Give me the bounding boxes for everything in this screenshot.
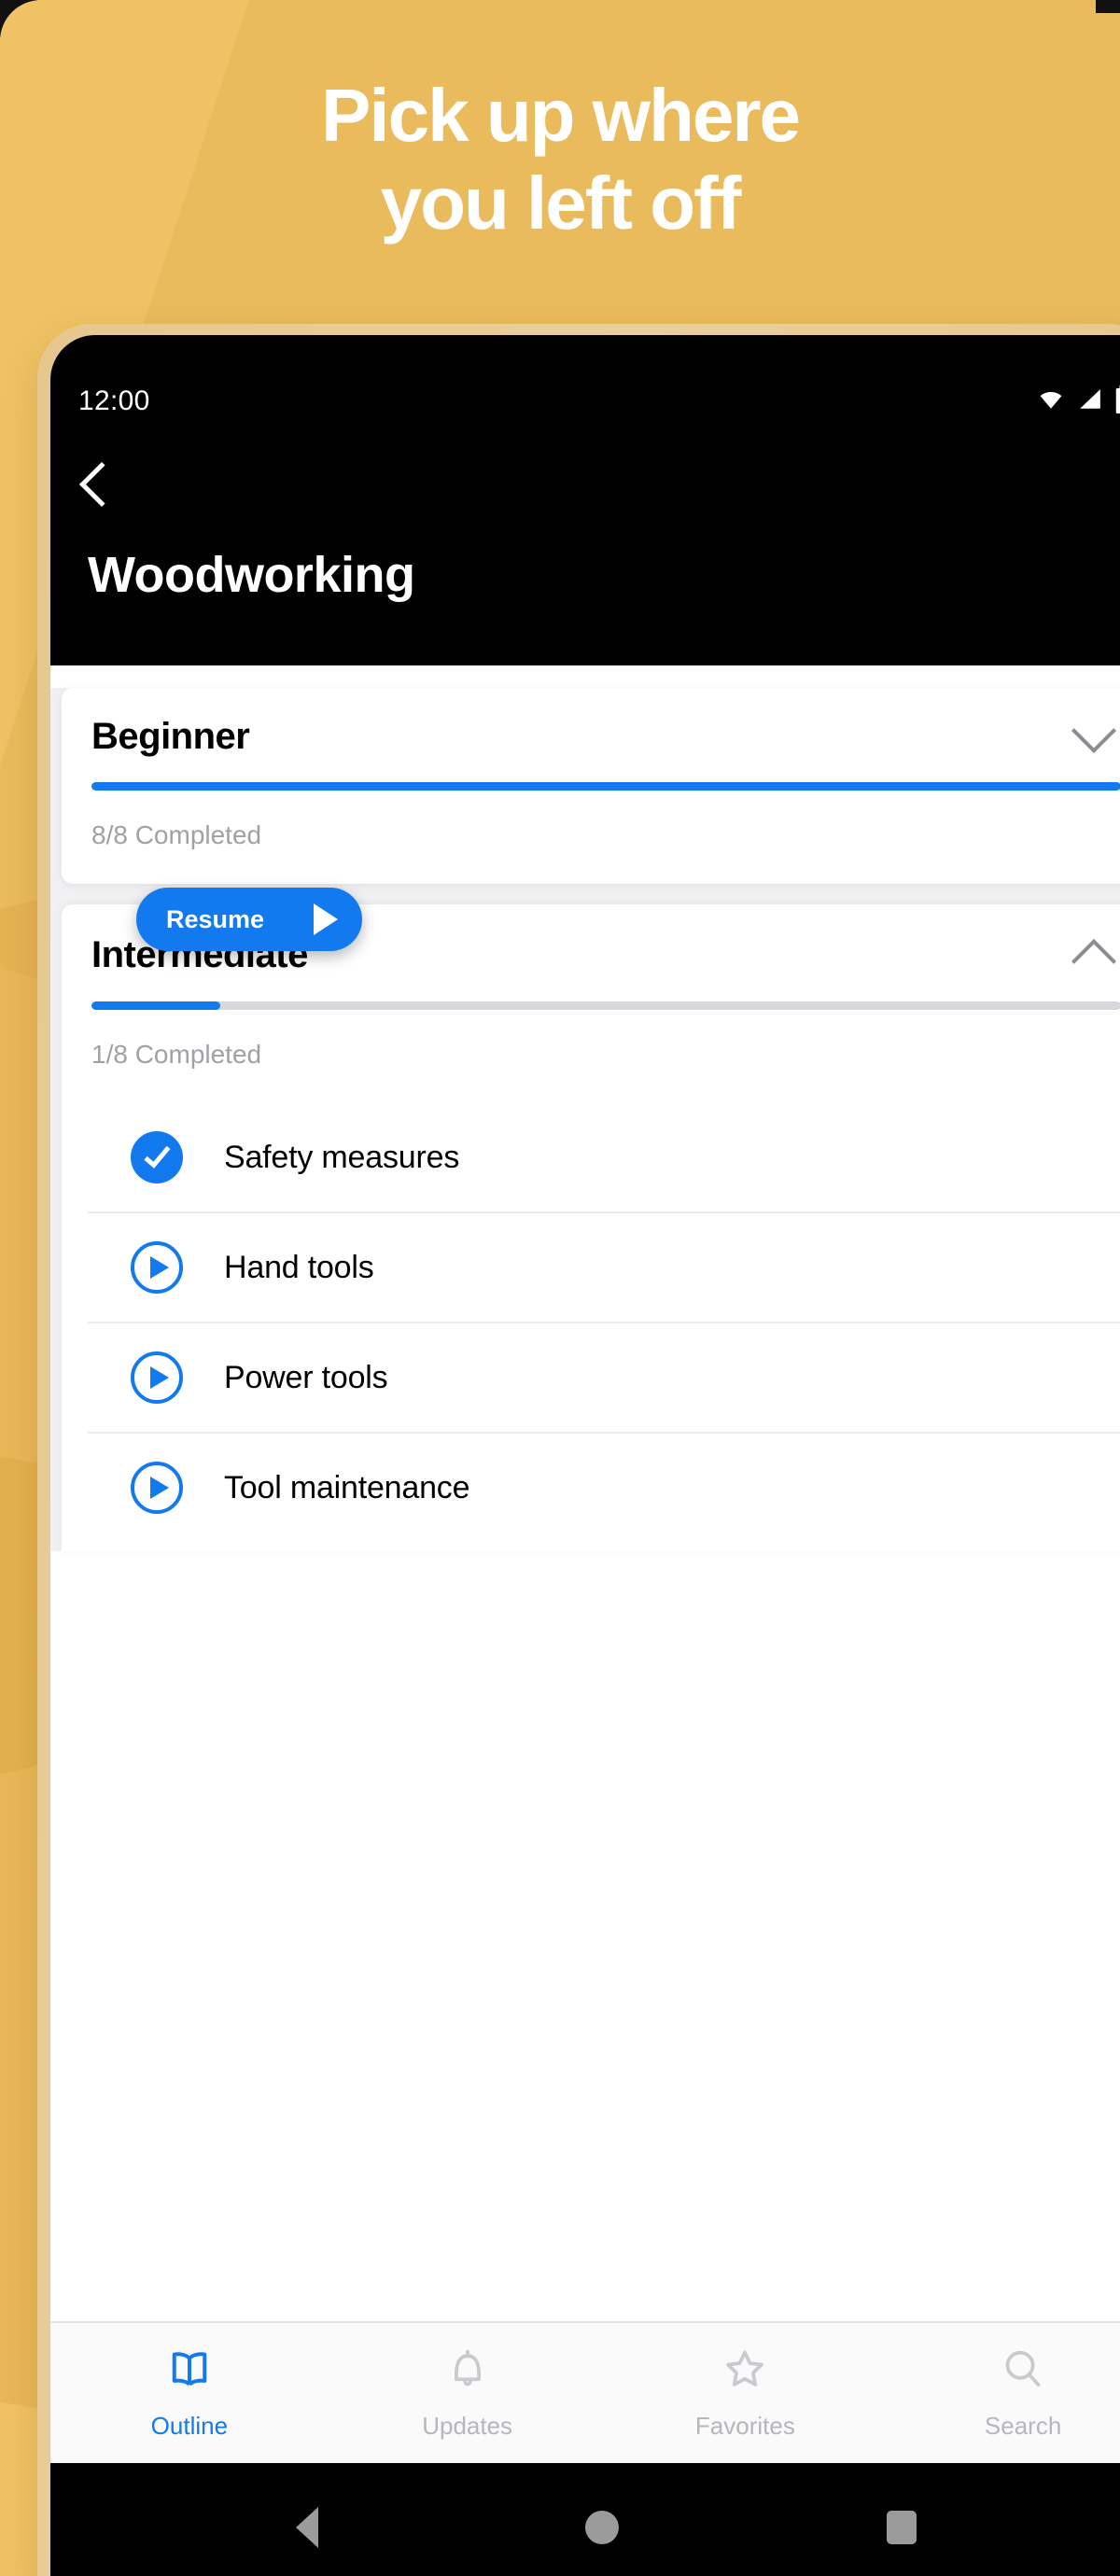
lesson-label: Safety measures [224,1139,460,1175]
resume-button-label: Resume [166,904,265,933]
list-item[interactable]: Hand tools [88,1213,1120,1323]
lesson-list: Safety measures Hand tools Power tools T… [88,1103,1120,1551]
lesson-label: Power tools [224,1359,388,1395]
battery-icon [1113,385,1120,418]
progress-bar-intermediate [91,1001,1120,1010]
phone-mockup-frame: 12:00 Woodworking Resume Beginner 8/8 Co… [37,324,1120,2576]
star-icon [721,2345,768,2397]
progress-bar-beginner [91,782,1120,791]
tab-label: Favorites [694,2412,795,2440]
bell-icon [444,2345,491,2397]
list-item[interactable]: Power tools [88,1323,1120,1434]
bottom-tab-bar: Outline Updates Favorites Search [50,2321,1120,2463]
list-item[interactable]: Safety measures [88,1103,1120,1213]
lesson-label: Hand tools [224,1249,374,1285]
wifi-icon [1035,387,1067,416]
tab-favorites[interactable]: Favorites [607,2323,885,2463]
resume-button[interactable]: Resume [136,888,362,951]
list-item[interactable]: Tool maintenance [88,1434,1120,1542]
play-circle-icon [131,1462,183,1514]
corner-notch-right [1096,0,1120,13]
section-completed-label: 1/8 Completed [91,1040,262,1069]
section-header-beginner[interactable]: Beginner [88,688,1120,778]
play-circle-icon [131,1351,183,1404]
home-circle-icon[interactable] [585,2511,620,2544]
headline-line-1: Pick up where [321,74,801,157]
tab-updates[interactable]: Updates [329,2323,607,2463]
status-bar: 12:00 [50,335,1120,436]
tab-label: Search [984,2412,1062,2440]
section-title: Beginner [91,716,250,757]
tab-search[interactable]: Search [884,2323,1120,2463]
section-card-beginner[interactable]: Beginner 8/8 Completed [62,688,1120,884]
chevron-up-icon[interactable] [1071,938,1117,985]
marketing-headline: Pick up where you left off [0,78,1120,241]
tab-label: Updates [422,2412,513,2440]
android-navigation-bar [50,2463,1120,2576]
app-header: Woodworking [50,436,1120,665]
section-completed-label: 8/8 Completed [91,820,262,849]
search-icon [1000,2345,1046,2397]
cellular-signal-icon [1076,387,1104,416]
progress-bar-fill [91,782,1120,791]
check-circle-icon [131,1131,183,1183]
chevron-down-icon[interactable] [1071,707,1117,753]
tab-label: Outline [150,2412,229,2440]
phone-screen: 12:00 Woodworking Resume Beginner 8/8 Co… [50,335,1120,2576]
recents-square-icon[interactable] [886,2511,917,2544]
book-icon [166,2345,213,2397]
status-bar-icons [1035,385,1120,418]
course-outline-content: Beginner 8/8 Completed Intermediate 1/8 … [50,688,1120,1551]
lesson-label: Tool maintenance [224,1469,470,1505]
play-circle-icon [131,1241,183,1294]
progress-bar-fill [91,1001,220,1010]
back-button[interactable] [50,436,1120,533]
page-title: Woodworking [88,547,415,603]
back-triangle-icon[interactable] [296,2507,319,2548]
section-card-intermediate[interactable]: Intermediate 1/8 Completed Safety measur… [62,904,1120,1551]
headline-line-2: you left off [380,161,742,245]
play-triangle-icon [314,903,338,935]
chevron-left-icon [78,461,125,508]
header-spacer [50,604,1120,665]
tab-outline[interactable]: Outline [50,2323,329,2463]
status-bar-clock: 12:00 [78,385,150,416]
